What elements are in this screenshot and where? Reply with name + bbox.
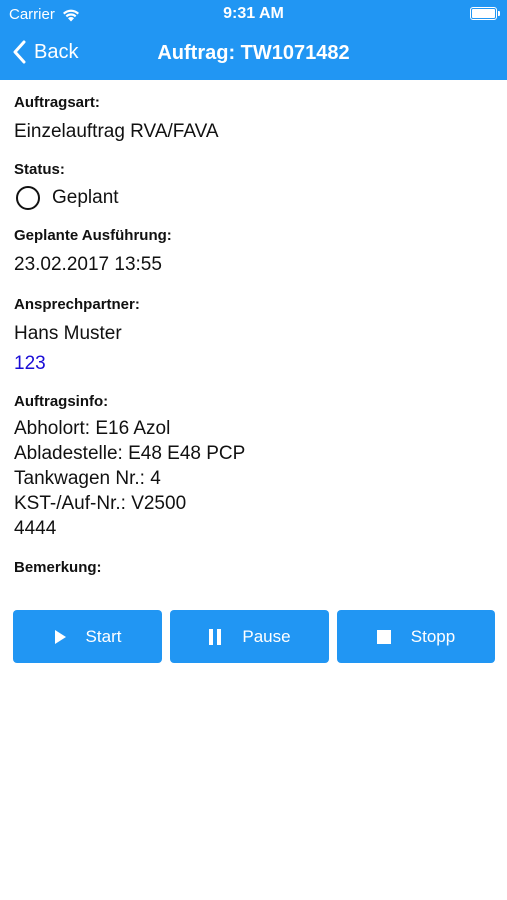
battery-icon bbox=[470, 7, 500, 20]
auftragsart-value: Einzelauftrag RVA/FAVA bbox=[14, 121, 219, 142]
stop-label: Stopp bbox=[410, 626, 456, 646]
chevron-left-icon bbox=[13, 40, 26, 64]
pause-button[interactable]: Pause bbox=[170, 610, 329, 663]
radio-circle-icon[interactable] bbox=[16, 186, 40, 210]
order-details: Auftragsart: Einzelauftrag RVA/FAVA Stat… bbox=[14, 80, 494, 576]
start-button[interactable]: Start bbox=[13, 610, 162, 663]
ansprechpartner-label: Ansprechpartner: bbox=[14, 296, 140, 313]
pause-icon bbox=[209, 628, 222, 645]
ausfuehrung-value: 23.02.2017 13:55 bbox=[14, 254, 162, 275]
ansprechpartner-name: Hans Muster bbox=[14, 323, 122, 344]
stop-icon bbox=[376, 629, 391, 644]
status-label: Status: bbox=[14, 161, 65, 178]
back-label: Back bbox=[34, 40, 79, 63]
auftragsart-label: Auftragsart: bbox=[14, 94, 100, 111]
auftragsinfo-line: Abholort: E16 Azol bbox=[14, 418, 171, 439]
status-bar: Carrier 9:31 AM bbox=[0, 0, 507, 28]
bemerkung-label: Bemerkung: bbox=[14, 559, 102, 576]
play-icon bbox=[54, 629, 66, 644]
app-header: Carrier 9:31 AM Back Auftrag: TW1071482 bbox=[0, 0, 507, 80]
action-buttons: Start Pause Stopp bbox=[13, 610, 495, 663]
status-value: Geplant bbox=[52, 187, 119, 208]
auftragsinfo-line: Tankwagen Nr.: 4 bbox=[14, 468, 161, 489]
back-button[interactable]: Back bbox=[12, 40, 78, 64]
status-radio[interactable]: Geplant bbox=[14, 186, 494, 210]
status-time: 9:31 AM bbox=[223, 5, 284, 22]
auftragsinfo-line: KST-/Auf-Nr.: V2500 bbox=[14, 493, 187, 514]
ansprechpartner-phone-link[interactable]: 123 bbox=[14, 353, 494, 375]
auftragsinfo-line: 4444 bbox=[14, 518, 57, 539]
ausfuehrung-label: Geplante Ausführung: bbox=[14, 227, 172, 244]
auftragsinfo-line: Abladestelle: E48 E48 PCP bbox=[14, 443, 246, 464]
pause-label: Pause bbox=[242, 626, 291, 646]
stop-button[interactable]: Stopp bbox=[337, 610, 495, 663]
start-label: Start bbox=[85, 626, 122, 646]
auftragsinfo-label: Auftragsinfo: bbox=[14, 393, 109, 410]
auftragsinfo-block: Abholort: E16 Azol Abladestelle: E48 E48… bbox=[14, 416, 494, 541]
navigation-bar: Back Auftrag: TW1071482 bbox=[0, 28, 507, 80]
